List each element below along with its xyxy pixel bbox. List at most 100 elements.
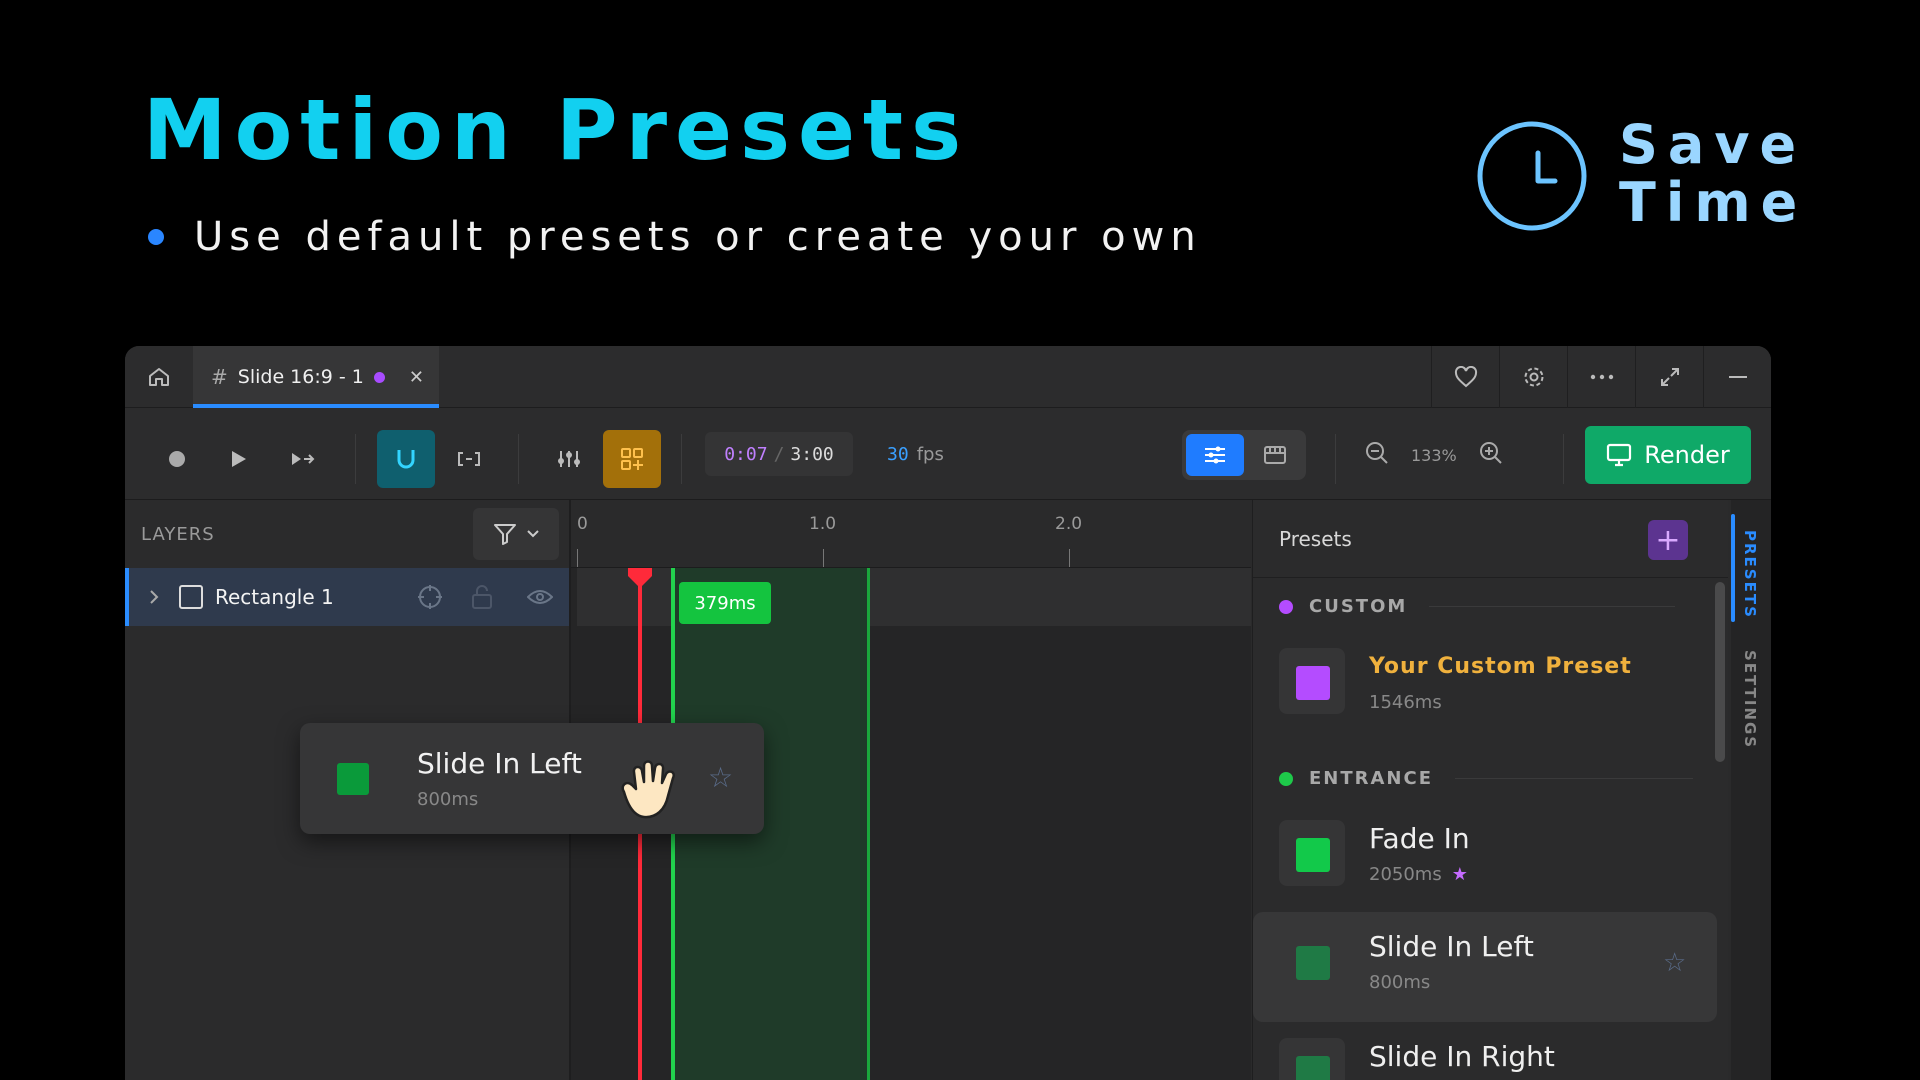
dragged-preset-duration: 800ms: [417, 789, 479, 810]
play-forward-icon: [292, 453, 315, 465]
gear-icon: [1524, 367, 1543, 387]
expand-icon: [1660, 368, 1679, 386]
monitor-icon: [1607, 443, 1632, 467]
eye-icon[interactable]: [527, 588, 553, 606]
presets-toggle[interactable]: [603, 430, 661, 488]
dragged-preset-card[interactable]: Slide In Left 800ms ☆: [300, 723, 764, 834]
section-custom: CUSTOM: [1279, 596, 1676, 617]
timeline-view-button[interactable]: [1248, 434, 1302, 476]
zoom-out-button[interactable]: [1365, 441, 1389, 469]
filter-button[interactable]: [473, 508, 559, 560]
layer-name: Rectangle 1: [215, 585, 334, 609]
current-time: 0:07: [724, 443, 768, 465]
time-ruler[interactable]: 0 1.0 2.0: [571, 500, 1251, 568]
total-time: 3:00: [790, 443, 834, 465]
toolbar: 0:07 / 3:00 30 fps 133% Render: [125, 408, 1771, 500]
filter-icon: [494, 524, 516, 545]
tab-slide[interactable]: # Slide 16:9 - 1 ✕: [193, 346, 439, 408]
home-button[interactable]: [125, 346, 193, 408]
chevron-down-icon: [527, 530, 539, 538]
zoom-level: 133%: [1411, 445, 1457, 465]
trim-button[interactable]: [443, 430, 495, 488]
side-tabs: PRESETS SETTINGS: [1731, 500, 1771, 1080]
ruler-label: 0: [577, 514, 588, 534]
view-toggle: [1182, 430, 1306, 480]
preset-name: Slide In Right: [1369, 1040, 1555, 1073]
chevron-right-icon[interactable]: [149, 589, 159, 605]
preset-swatch: [1296, 1056, 1330, 1080]
section-label: CUSTOM: [1309, 596, 1408, 617]
zoom-in-icon: [1479, 442, 1502, 464]
hero-bullet-text: Use default presets or create your own: [194, 214, 1202, 260]
save-time-badge: Save Time: [1475, 118, 1807, 234]
window-actions: [1431, 346, 1771, 408]
preset-item[interactable]: Slide In Right: [1253, 1022, 1717, 1080]
fps-label: fps: [916, 443, 944, 465]
layer-row[interactable]: Rectangle 1: [125, 568, 569, 626]
fps-selector[interactable]: 30 fps: [887, 432, 944, 476]
sliders-icon: [558, 451, 580, 467]
target-icon[interactable]: [417, 584, 443, 610]
play-next-button[interactable]: [277, 430, 329, 488]
ruler-label: 2.0: [1055, 514, 1083, 534]
properties-view-button[interactable]: [1186, 434, 1244, 476]
snap-toggle[interactable]: [377, 430, 435, 488]
more-button[interactable]: [1567, 346, 1635, 408]
minimize-button[interactable]: [1703, 346, 1771, 408]
preset-item[interactable]: Your Custom Preset 1546ms: [1253, 632, 1717, 742]
section-label: ENTRANCE: [1309, 768, 1433, 789]
badge-line-2: Time: [1619, 171, 1808, 234]
add-preset-button[interactable]: +: [1648, 520, 1688, 560]
preset-duration-row: 2050ms ★: [1369, 864, 1468, 885]
expand-button[interactable]: [1635, 346, 1703, 408]
section-dot: [1279, 599, 1293, 614]
unsaved-dot: [373, 371, 385, 383]
time-separator: /: [773, 443, 785, 465]
sliders-horizontal-icon: [1205, 446, 1225, 464]
play-button[interactable]: [215, 430, 263, 488]
grab-hand-icon: [621, 760, 675, 819]
favorite-button[interactable]: [1431, 346, 1499, 408]
dragged-preset-name: Slide In Left: [417, 747, 582, 780]
editor-window: # Slide 16:9 - 1 ✕ 0:07 / 3:00 30 fps 13…: [125, 346, 1771, 1080]
active-tab-indicator: [1731, 514, 1735, 622]
plus-icon: +: [1655, 522, 1681, 558]
render-button[interactable]: Render: [1585, 426, 1751, 484]
tab-presets[interactable]: PRESETS: [1741, 530, 1759, 619]
home-icon: [149, 368, 169, 386]
time-display: 0:07 / 3:00: [705, 432, 853, 476]
preset-item-selected[interactable]: Slide In Left 800ms ☆: [1253, 912, 1717, 1022]
preset-duration-row: 800ms: [1369, 972, 1430, 993]
preset-name: Slide In Left: [1369, 930, 1534, 963]
record-button[interactable]: [153, 430, 201, 488]
star-filled-icon[interactable]: ★: [1452, 864, 1468, 885]
presets-title: Presets: [1279, 526, 1352, 551]
zoom-in-button[interactable]: [1479, 441, 1503, 469]
hero-title: Motion Presets: [143, 81, 970, 179]
rectangle-icon: [179, 585, 203, 609]
film-icon: [1264, 446, 1286, 464]
close-tab-icon[interactable]: ✕: [409, 367, 424, 388]
presets-scrollbar[interactable]: [1715, 582, 1725, 762]
section-dot: [1279, 771, 1293, 786]
preset-duration-row: 1546ms: [1369, 692, 1442, 713]
more-icon: [1590, 374, 1613, 380]
star-outline-icon[interactable]: ☆: [1663, 948, 1686, 978]
span-end-handle[interactable]: [867, 568, 870, 1080]
ruler-label: 1.0: [809, 514, 837, 534]
magnet-icon: [397, 450, 415, 469]
presets-panel: Presets + CUSTOM Your Custom Preset 1546…: [1252, 500, 1728, 1080]
preset-duration: 800ms: [1369, 972, 1431, 993]
preset-name: Fade In: [1369, 822, 1470, 855]
preset-item[interactable]: Fade In 2050ms ★: [1253, 804, 1717, 914]
tab-label: Slide 16:9 - 1: [237, 366, 364, 388]
layers-title: LAYERS: [141, 523, 215, 545]
settings-button[interactable]: [1499, 346, 1567, 408]
adjust-button[interactable]: [543, 430, 595, 488]
preset-swatch: [337, 763, 369, 795]
heart-icon: [1454, 366, 1477, 388]
lock-icon[interactable]: [471, 584, 493, 610]
playhead-handle-icon[interactable]: [627, 568, 653, 588]
tab-settings[interactable]: SETTINGS: [1741, 650, 1759, 749]
star-outline-icon[interactable]: ☆: [708, 761, 733, 794]
